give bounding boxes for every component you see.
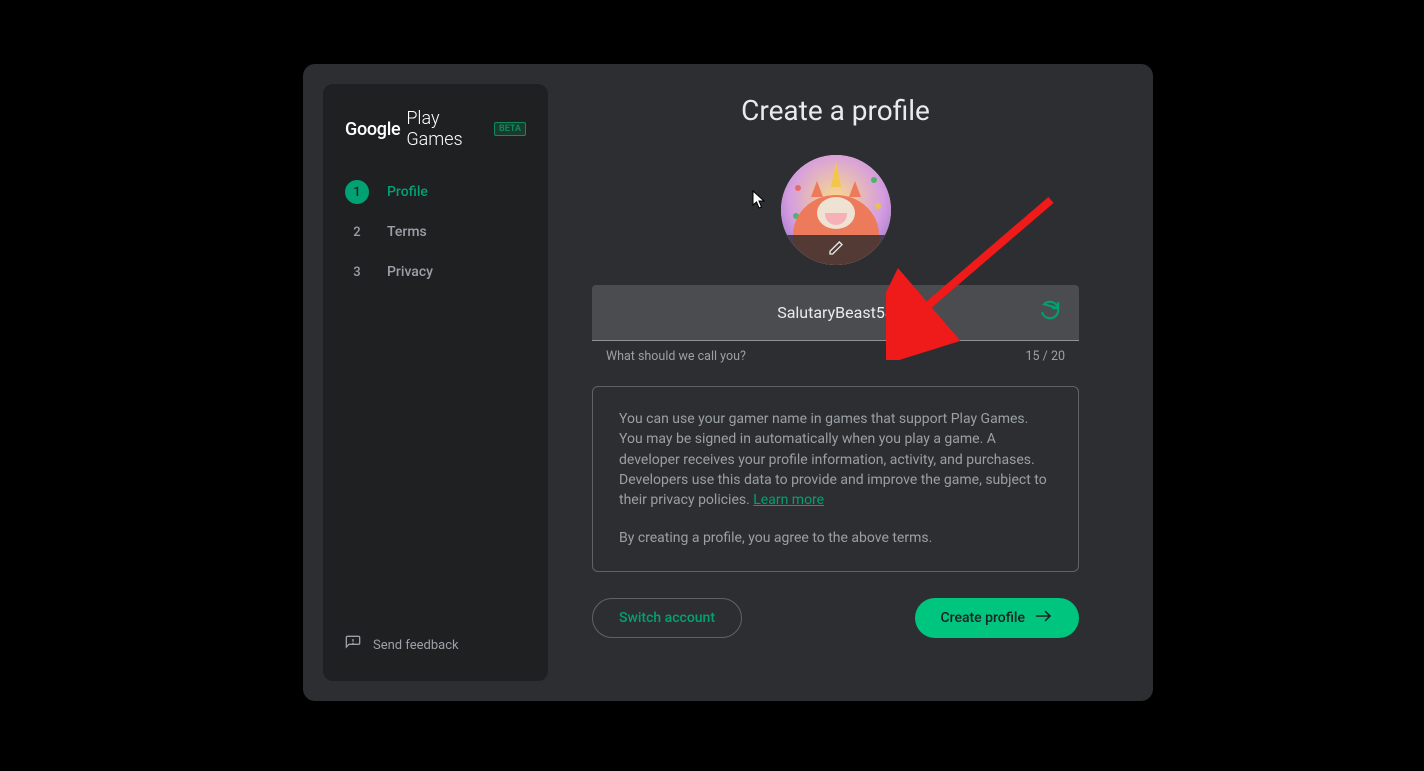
step-number: 1 — [345, 180, 369, 204]
field-helper-row: What should we call you? 15 / 20 — [592, 341, 1079, 364]
step-number: 3 — [345, 260, 369, 284]
avatar-container — [592, 155, 1079, 265]
feedback-label: Send feedback — [373, 638, 459, 653]
brand-play: Play Games — [406, 108, 486, 150]
create-profile-button[interactable]: Create profile — [915, 598, 1079, 638]
step-number: 2 — [345, 220, 369, 244]
beta-badge: BETA — [494, 122, 526, 136]
switch-account-label: Switch account — [619, 610, 715, 626]
terms-text: You can use your gamer name in games tha… — [619, 411, 1047, 508]
step-privacy[interactable]: 3 Privacy — [345, 252, 526, 292]
switch-account-button[interactable]: Switch account — [592, 598, 742, 638]
username-input[interactable] — [592, 303, 1079, 322]
username-field — [592, 285, 1079, 341]
step-profile[interactable]: 1 Profile — [345, 172, 526, 212]
brand-google: Google — [345, 119, 400, 140]
field-helper-text: What should we call you? — [606, 349, 746, 364]
send-feedback-button[interactable]: Send feedback — [323, 625, 548, 665]
sidebar: Google Play Games BETA 1 Profile 2 Terms… — [323, 84, 548, 681]
step-terms[interactable]: 2 Terms — [345, 212, 526, 252]
page-title: Create a profile — [592, 94, 1079, 127]
terms-paragraph-1: You can use your gamer name in games tha… — [619, 409, 1052, 510]
step-label: Terms — [387, 224, 427, 240]
edit-avatar-overlay — [781, 235, 891, 265]
regenerate-username-button[interactable] — [1033, 294, 1067, 332]
pencil-icon — [828, 240, 844, 260]
avatar-picker[interactable] — [781, 155, 891, 265]
terms-info-box: You can use your gamer name in games tha… — [592, 386, 1079, 572]
step-label: Privacy — [387, 264, 433, 280]
refresh-icon — [1039, 311, 1061, 326]
char-counter: 15 / 20 — [1026, 349, 1065, 364]
brand: Google Play Games BETA — [323, 108, 548, 172]
terms-paragraph-2: By creating a profile, you agree to the … — [619, 528, 1052, 548]
setup-steps: 1 Profile 2 Terms 3 Privacy — [323, 172, 548, 292]
step-label: Profile — [387, 184, 428, 200]
learn-more-link[interactable]: Learn more — [753, 492, 824, 508]
main-content: Create a profile — [548, 64, 1153, 701]
feedback-icon — [345, 635, 361, 655]
profile-setup-modal: Google Play Games BETA 1 Profile 2 Terms… — [303, 64, 1153, 701]
create-profile-label: Create profile — [941, 610, 1025, 626]
arrow-right-icon — [1035, 609, 1053, 627]
action-buttons: Switch account Create profile — [592, 598, 1079, 638]
